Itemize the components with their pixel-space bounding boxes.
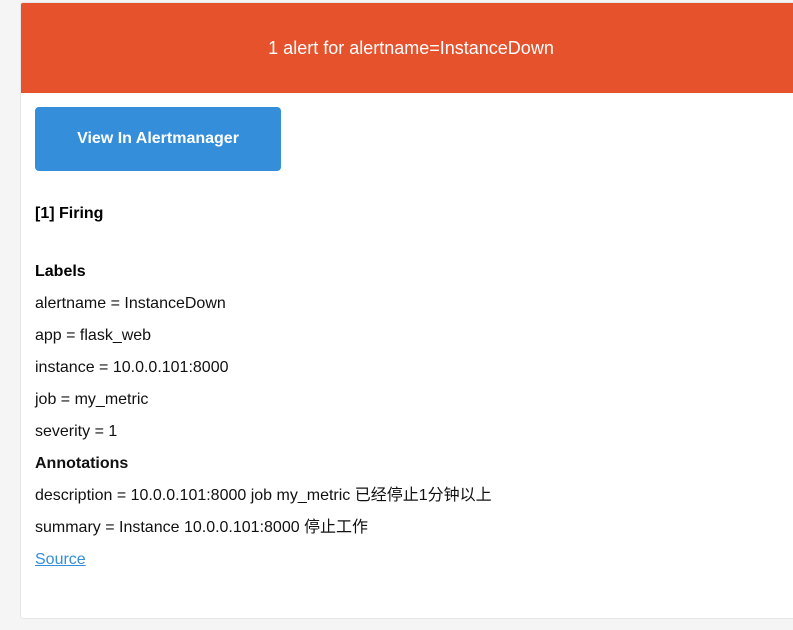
label-severity: severity = 1 xyxy=(35,423,118,440)
firing-status: [1] Firing xyxy=(35,205,104,222)
source-link[interactable]: Source xyxy=(35,550,86,569)
alert-email-card: 1 alert for alertname=InstanceDown View … xyxy=(20,2,793,619)
annotations-heading: Annotations xyxy=(35,455,129,472)
view-in-alertmanager-button[interactable]: View In Alertmanager xyxy=(35,107,281,171)
label-alertname: alertname = InstanceDown xyxy=(35,295,226,312)
annotation-description: description = 10.0.0.101:8000 job my_met… xyxy=(35,487,492,504)
alert-header: 1 alert for alertname=InstanceDown xyxy=(21,3,793,93)
labels-heading: Labels xyxy=(35,263,86,280)
annotation-summary: summary = Instance 10.0.0.101:8000 停止工作 xyxy=(35,519,369,536)
label-job: job = my_metric xyxy=(35,391,149,408)
alert-content: View In Alertmanager [1] Firing Labels a… xyxy=(21,93,793,569)
label-app: app = flask_web xyxy=(35,327,152,344)
alert-header-title: 1 alert for alertname=InstanceDown xyxy=(268,38,554,58)
label-instance: instance = 10.0.0.101:8000 xyxy=(35,359,229,376)
